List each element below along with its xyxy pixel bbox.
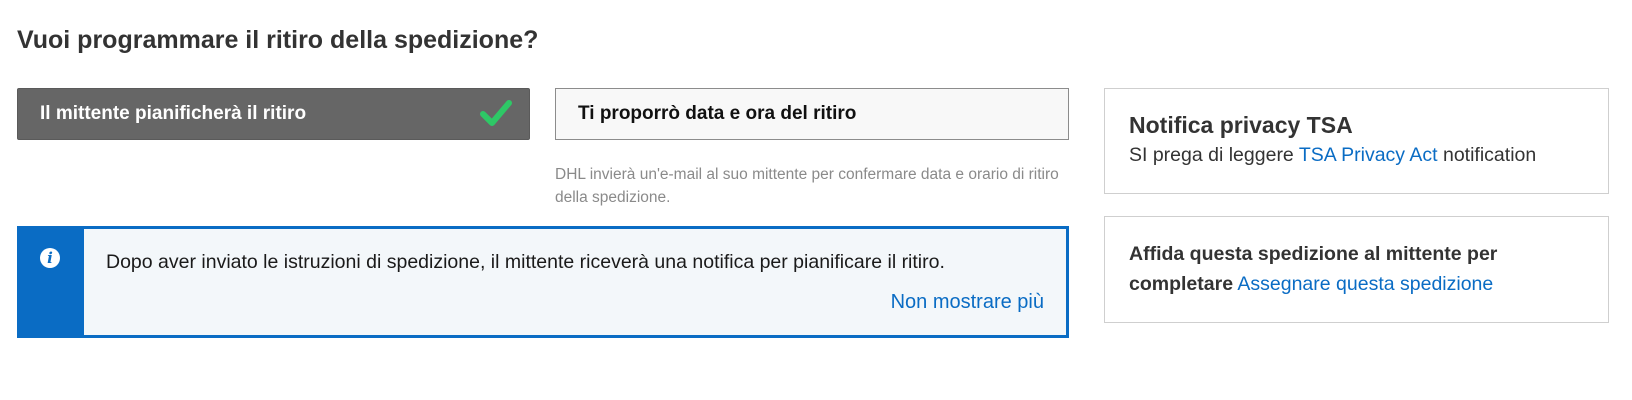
checkmark-icon bbox=[480, 100, 512, 126]
privacy-text-prefix: SI prega di leggere bbox=[1129, 144, 1299, 166]
page-title: Vuoi programmare il ritiro della spedizi… bbox=[17, 26, 539, 54]
option-sender-schedules-pickup[interactable]: Il mittente pianificherà il ritiro bbox=[17, 88, 530, 140]
info-icon: i bbox=[40, 248, 60, 268]
option-label: Il mittente pianificherà il ritiro bbox=[40, 103, 307, 124]
privacy-notice-text: SI prega di leggere TSA Privacy Act noti… bbox=[1129, 144, 1536, 167]
option-label: Ti proporrò data e ora del ritiro bbox=[578, 103, 857, 124]
pickup-scheduling-section: Vuoi programmare il ritiro della spedizi… bbox=[0, 0, 1632, 400]
assign-shipment-text: Affida questa spedizione al mittente per… bbox=[1129, 239, 1589, 299]
dont-show-again-link[interactable]: Non mostrare più bbox=[891, 291, 1044, 314]
info-banner-strip: i bbox=[20, 229, 84, 335]
assign-shipment-link[interactable]: Assegnare questa spedizione bbox=[1237, 273, 1493, 295]
privacy-text-suffix: notification bbox=[1437, 144, 1537, 166]
info-banner-message: Dopo aver inviato le istruzioni di spedi… bbox=[106, 251, 945, 273]
privacy-notice-card: Notifica privacy TSA SI prega di leggere… bbox=[1104, 88, 1609, 194]
privacy-notice-title: Notifica privacy TSA bbox=[1129, 112, 1353, 138]
tsa-privacy-act-link[interactable]: TSA Privacy Act bbox=[1299, 144, 1438, 166]
option-hint-text: DHL invierà un'e-mail al suo mittente pe… bbox=[555, 166, 1059, 206]
option-propose-pickup-date[interactable]: Ti proporrò data e ora del ritiro bbox=[555, 88, 1069, 140]
assign-shipment-card: Affida questa spedizione al mittente per… bbox=[1104, 216, 1609, 323]
info-banner: i Dopo aver inviato le istruzioni di spe… bbox=[17, 226, 1069, 338]
